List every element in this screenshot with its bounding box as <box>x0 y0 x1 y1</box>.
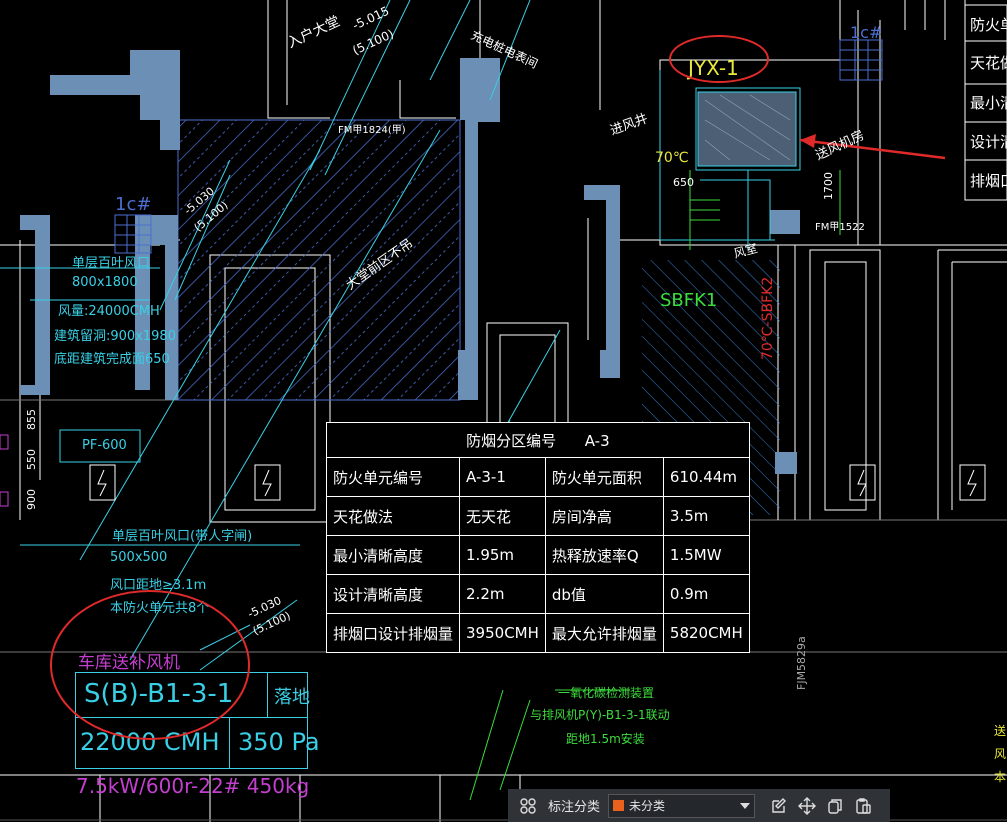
table-cell: 天花做法 <box>325 496 461 536</box>
right-col-text-3: 设计清晰 <box>970 133 1007 151</box>
lower-louver-size: 500x500 <box>110 550 168 565</box>
move-icon[interactable] <box>793 792 821 820</box>
table-cell: db值 <box>544 574 664 614</box>
left-louver-size: 800x1800 <box>72 275 138 290</box>
label-right-small-1: 风 <box>994 747 1006 761</box>
label-dim-900: 900 <box>25 489 38 510</box>
fan-pressure-box: 350 Pa <box>229 717 320 769</box>
table-cell: A-3-1 <box>459 457 546 497</box>
fan-spec: 7.5kW/600r-22# 450kg <box>76 774 310 798</box>
highlight-ellipse-fan <box>50 590 250 740</box>
right-col-text-1: 天花做 <box>970 54 1007 72</box>
left-louver-flow: 风量:24000CMH <box>58 304 160 319</box>
table-cell: 5820CMH <box>662 613 750 653</box>
fan-unit-block <box>697 91 797 167</box>
table-cell: 0.9m <box>662 574 750 614</box>
toolbar-label: 标注分类 <box>548 800 601 815</box>
table-cell: 热释放速率Q <box>544 535 664 575</box>
label-right-small-0: 送 <box>994 723 1006 738</box>
label-temp: 70℃ <box>655 150 689 166</box>
chevron-down-icon <box>740 799 751 813</box>
label-lift-tag-right: 1c# <box>850 23 882 42</box>
table-cell: 1.5MW <box>662 535 750 575</box>
label-dim-550: 550 <box>25 449 38 470</box>
label-lift-tag: 1c# <box>115 194 151 215</box>
fan-pressure: 350 Pa <box>238 728 320 756</box>
left-louver-opening: 建筑留洞:900x1980 <box>54 329 176 344</box>
annotation-toolbar: 标注分类 未分类 <box>508 789 890 822</box>
table-row: 排烟口设计排烟量 3950CMH 最大允许排烟量 5820CMH <box>325 613 750 653</box>
left-louver-bottom: 底距建筑完成面650 <box>54 352 170 367</box>
right-col-text-0: 防火单 <box>970 16 1007 34</box>
label-shaft-right: 送风机房 <box>813 127 867 163</box>
lift-icon-right <box>839 39 883 81</box>
label-dim-855: 855 <box>25 409 38 430</box>
label-door-fm1: FM甲1824(甲) <box>338 125 406 136</box>
smoke-zone-table: 防烟分区编号 A-3 防火单元编号 A-3-1 防火单元面积 610.44m 天… <box>325 422 750 653</box>
table-header-cell: 防烟分区编号 A-3 <box>326 422 750 458</box>
left-louver-title: 单层百叶风口 <box>72 256 151 271</box>
table-cell: 最大允许排烟量 <box>544 613 664 653</box>
pf-tag: PF-600 <box>82 438 127 453</box>
label-red-vertical: 70℃-SBFK2 <box>760 277 776 360</box>
label-dim-650: 650 <box>673 176 694 189</box>
co-height: 距地1.5m安装 <box>566 732 645 746</box>
table-cell: 无天花 <box>459 496 546 536</box>
label-entrance-hall: 入户大堂 <box>285 13 343 52</box>
table-header-label: 防烟分区编号 <box>466 431 557 450</box>
fan-mount-box: 落地 <box>267 672 310 718</box>
category-select[interactable]: 未分类 <box>608 793 756 818</box>
table-cell: 2.2m <box>459 574 546 614</box>
category-select-value: 未分类 <box>629 799 666 813</box>
lobby-hatch-area <box>178 120 460 400</box>
table-header-row: 防烟分区编号 A-3 <box>326 422 750 458</box>
right-table-text: 防火单 天花做 最小清晰 设计清晰 排烟口设 <box>970 16 1007 190</box>
highlight-ellipse-jyx <box>669 35 769 83</box>
co-title: 一氧化碳检测装置 <box>558 686 655 700</box>
fan-mount: 落地 <box>274 687 310 708</box>
table-cell: 最小清晰高度 <box>325 535 461 575</box>
label-dim-1700: 1700 <box>822 172 835 200</box>
edit-icon[interactable] <box>765 792 793 820</box>
table-cell: 防火单元面积 <box>544 457 664 497</box>
co-link: 与排风机P(Y)-B1-3-1联动 <box>530 708 670 722</box>
label-right-vertical: FJM5829a <box>795 636 808 690</box>
right-col-text-4: 排烟口设 <box>970 172 1007 190</box>
table-cell: 1.95m <box>459 535 546 575</box>
category-color-swatch <box>613 800 625 811</box>
lower-louver-title: 单层百叶风口(带人字闸) <box>112 529 253 544</box>
label-right-small-2: 本 <box>994 770 1006 784</box>
table-row: 天花做法 无天花 房间净高 3.5m <box>325 496 750 536</box>
table-cell: 房间净高 <box>544 496 664 536</box>
table-row: 设计清晰高度 2.2m db值 0.9m <box>325 574 750 614</box>
table-header-value: A-3 <box>584 431 610 450</box>
table-cell: 3950CMH <box>459 613 546 653</box>
table-cell: 610.44m <box>662 457 750 497</box>
table-cell: 设计清晰高度 <box>325 574 461 614</box>
table-cell: 防火单元编号 <box>325 457 461 497</box>
table-row: 最小清晰高度 1.95m 热释放速率Q 1.5MW <box>325 535 750 575</box>
copy-icon[interactable] <box>821 792 849 820</box>
label-room-air: 风室 <box>732 240 759 261</box>
table-cell: 排烟口设计排烟量 <box>325 613 461 653</box>
label-shaft-left: 进风井 <box>608 111 650 138</box>
right-col-text-2: 最小清晰 <box>970 94 1007 112</box>
label-sbfk-tag: SBFK1 <box>660 290 717 311</box>
label-door-fm2: FM甲1522 <box>815 222 865 233</box>
table-row: 防火单元编号 A-3-1 防火单元面积 610.44m <box>325 457 750 497</box>
magenta-marks <box>0 434 9 507</box>
paste-icon[interactable] <box>849 792 877 820</box>
grid-icon[interactable] <box>514 792 542 820</box>
table-cell: 3.5m <box>662 496 750 536</box>
